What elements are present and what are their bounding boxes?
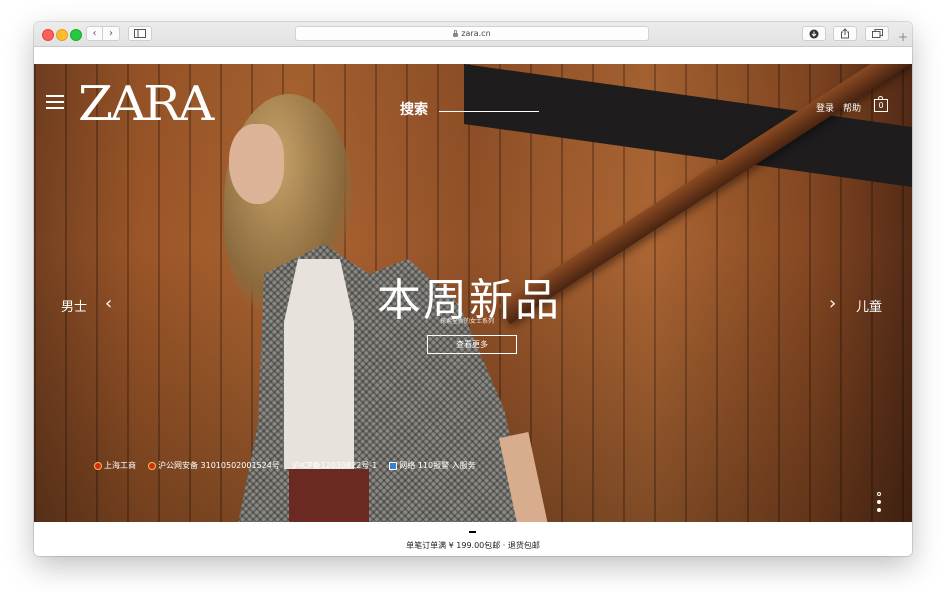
chevron-left-icon[interactable]: ‹ xyxy=(105,293,112,314)
pagination-dot[interactable] xyxy=(877,500,881,504)
chevron-right-icon[interactable]: › xyxy=(829,293,836,314)
license-link-label: 网络 110报警 入服务 xyxy=(399,461,476,470)
license-link-label: 上海工商 xyxy=(104,461,136,470)
nav-kids-link[interactable]: 儿童 xyxy=(856,296,882,315)
share-button[interactable] xyxy=(833,26,857,41)
cta-label: 查看更多 xyxy=(456,340,488,349)
license-link-label: 沪ICP备12030822号-1 xyxy=(291,461,378,470)
cart-count: 0 xyxy=(878,101,884,110)
lock-icon xyxy=(453,29,459,37)
chevron-left-icon: ‹ xyxy=(92,27,97,39)
download-icon xyxy=(809,29,819,38)
chevron-right-icon: › xyxy=(109,27,113,39)
nav-men-link[interactable]: 男士 xyxy=(61,296,87,315)
new-tab-button[interactable]: + xyxy=(894,28,912,46)
browser-window: ‹ › zara.cn + ZARA 搜索 登录 帮助 0 本周新品 探索全新的… xyxy=(34,22,912,556)
model-face xyxy=(229,124,284,204)
slide-pagination[interactable] xyxy=(877,492,883,516)
address-bar[interactable]: zara.cn xyxy=(295,26,649,41)
plus-icon: + xyxy=(897,30,909,44)
zara-logo[interactable]: ZARA xyxy=(78,80,214,128)
shopping-bag-icon[interactable]: 0 xyxy=(874,96,888,112)
police-110-icon xyxy=(389,461,398,470)
hero-subline: 探索全新的女士系列 xyxy=(440,318,495,325)
license-link[interactable]: 沪ICP备12030822号-1 xyxy=(292,460,377,471)
login-link[interactable]: 登录 xyxy=(816,101,834,114)
search-input-underline[interactable] xyxy=(439,111,539,112)
emblem-icon xyxy=(94,461,102,470)
share-icon xyxy=(841,28,849,39)
close-window-button[interactable] xyxy=(42,29,54,41)
browser-toolbar: ‹ › zara.cn + xyxy=(34,22,912,47)
minimize-window-button[interactable] xyxy=(56,29,68,41)
license-link[interactable]: 网络 110报警 入服务 xyxy=(389,460,476,471)
police-emblem-icon xyxy=(148,461,156,470)
license-link[interactable]: 上海工商 xyxy=(94,460,136,471)
forward-button[interactable]: › xyxy=(103,26,120,41)
license-link[interactable]: 沪公网安备 31010502001524号 xyxy=(148,460,280,471)
model-shirt xyxy=(284,259,354,469)
promo-bar: 单笔订单满 ¥ 199.00包邮 · 退货包邮 xyxy=(34,522,912,556)
hamburger-menu-icon[interactable] xyxy=(46,95,64,109)
zoom-window-button[interactable] xyxy=(70,29,82,41)
sidebar-toggle-button[interactable] xyxy=(128,26,152,41)
search-label[interactable]: 搜索 xyxy=(400,99,428,119)
pagination-dot[interactable] xyxy=(877,492,881,496)
license-link-label: 沪公网安备 31010502001524号 xyxy=(158,461,280,470)
downloads-button[interactable] xyxy=(802,26,826,41)
url-text: zara.cn xyxy=(461,29,491,38)
license-links: 上海工商 沪公网安备 31010502001524号 沪ICP备12030822… xyxy=(94,460,476,471)
back-button[interactable]: ‹ xyxy=(86,26,103,41)
tabs-icon xyxy=(871,29,883,38)
scroll-indicator xyxy=(469,531,476,533)
view-more-button[interactable]: 查看更多 xyxy=(427,335,517,354)
show-tabs-button[interactable] xyxy=(865,26,889,41)
pagination-dot[interactable] xyxy=(877,508,881,512)
hero-banner[interactable]: ZARA 搜索 登录 帮助 0 本周新品 探索全新的女士系列 查看更多 男士 ‹… xyxy=(34,64,912,522)
sidebar-icon xyxy=(134,29,146,38)
model-skirt xyxy=(289,469,369,522)
shipping-promo-text: 单笔订单满 ¥ 199.00包邮 · 退货包邮 xyxy=(406,541,540,550)
help-link[interactable]: 帮助 xyxy=(843,101,861,114)
